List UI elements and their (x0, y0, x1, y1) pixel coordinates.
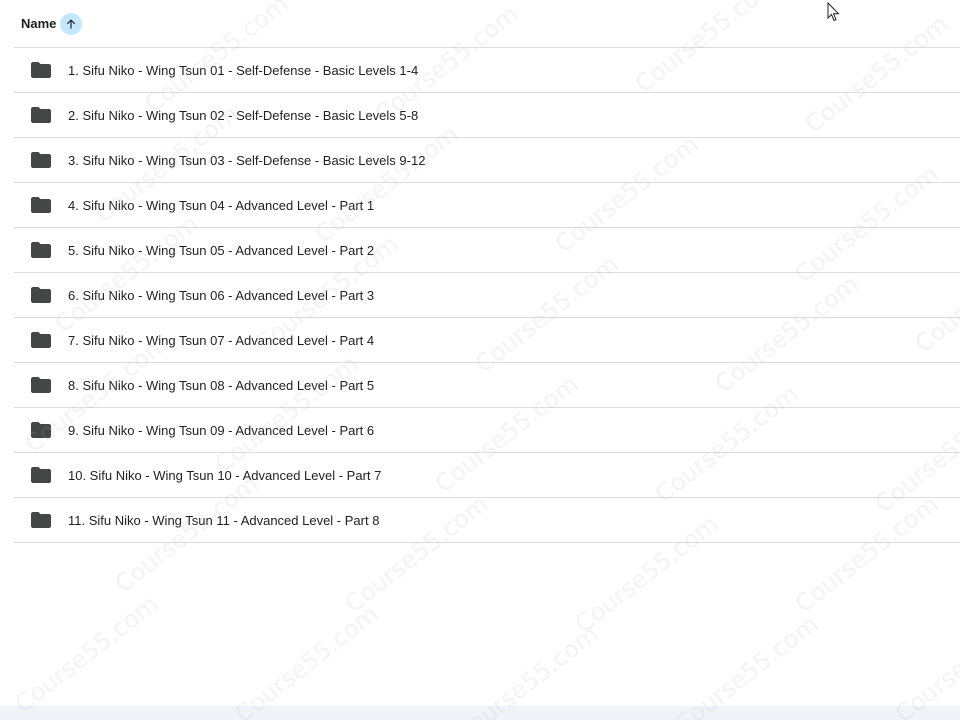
folder-name: 10. Sifu Niko - Wing Tsun 10 - Advanced … (68, 467, 382, 483)
folder-list: 1. Sifu Niko - Wing Tsun 01 - Self-Defen… (14, 48, 960, 543)
folder-name: 6. Sifu Niko - Wing Tsun 06 - Advanced L… (68, 287, 375, 303)
folder-name: 2. Sifu Niko - Wing Tsun 02 - Self-Defen… (68, 107, 419, 123)
folder-row[interactable]: 8. Sifu Niko - Wing Tsun 08 - Advanced L… (14, 363, 960, 408)
folder-row[interactable]: 5. Sifu Niko - Wing Tsun 05 - Advanced L… (14, 228, 960, 273)
folder-row[interactable]: 3. Sifu Niko - Wing Tsun 03 - Self-Defen… (14, 138, 960, 183)
folder-icon (31, 377, 51, 393)
folder-icon (31, 152, 51, 168)
name-column-header[interactable]: Name (21, 16, 56, 31)
list-header: Name (14, 0, 960, 48)
folder-icon (31, 287, 51, 303)
watermark-text: Course55.com (229, 599, 384, 720)
mouse-cursor-icon (827, 2, 840, 22)
folder-icon (31, 62, 51, 78)
folder-icon (31, 512, 51, 528)
watermark-text: Course55.com (669, 609, 824, 720)
folder-icon (31, 332, 51, 348)
drive-file-list-page: Name 1. Sifu Niko - Wing Tsun 01 - Self-… (0, 0, 960, 720)
folder-name: 5. Sifu Niko - Wing Tsun 05 - Advanced L… (68, 242, 375, 258)
folder-row[interactable]: 9. Sifu Niko - Wing Tsun 09 - Advanced L… (14, 408, 960, 453)
watermark-text: Course55.com (9, 589, 164, 719)
sort-ascending-button[interactable] (60, 12, 83, 35)
folder-row[interactable]: 4. Sifu Niko - Wing Tsun 04 - Advanced L… (14, 183, 960, 228)
folder-name: 1. Sifu Niko - Wing Tsun 01 - Self-Defen… (68, 62, 419, 78)
folder-row[interactable]: 1. Sifu Niko - Wing Tsun 01 - Self-Defen… (14, 48, 960, 93)
folder-icon (31, 197, 51, 213)
folder-name: 7. Sifu Niko - Wing Tsun 07 - Advanced L… (68, 332, 375, 348)
watermark-text: Course55.com (889, 599, 960, 720)
folder-icon (31, 422, 51, 438)
folder-row[interactable]: 10. Sifu Niko - Wing Tsun 10 - Advanced … (14, 453, 960, 498)
bottom-bar (0, 706, 960, 720)
folder-name: 9. Sifu Niko - Wing Tsun 09 - Advanced L… (68, 422, 375, 438)
folder-name: 4. Sifu Niko - Wing Tsun 04 - Advanced L… (68, 197, 375, 213)
folder-icon (31, 467, 51, 483)
folder-name: 11. Sifu Niko - Wing Tsun 11 - Advanced … (68, 512, 380, 528)
folder-row[interactable]: 2. Sifu Niko - Wing Tsun 02 - Self-Defen… (14, 93, 960, 138)
folder-icon (31, 242, 51, 258)
folder-row[interactable]: 7. Sifu Niko - Wing Tsun 07 - Advanced L… (14, 318, 960, 363)
folder-name: 3. Sifu Niko - Wing Tsun 03 - Self-Defen… (68, 152, 426, 168)
arrow-up-icon (67, 18, 76, 29)
folder-icon (31, 107, 51, 123)
folder-name: 8. Sifu Niko - Wing Tsun 08 - Advanced L… (68, 377, 375, 393)
folder-row[interactable]: 6. Sifu Niko - Wing Tsun 06 - Advanced L… (14, 273, 960, 318)
folder-row[interactable]: 11. Sifu Niko - Wing Tsun 11 - Advanced … (14, 498, 960, 543)
watermark-text: Course55.com (449, 619, 604, 720)
